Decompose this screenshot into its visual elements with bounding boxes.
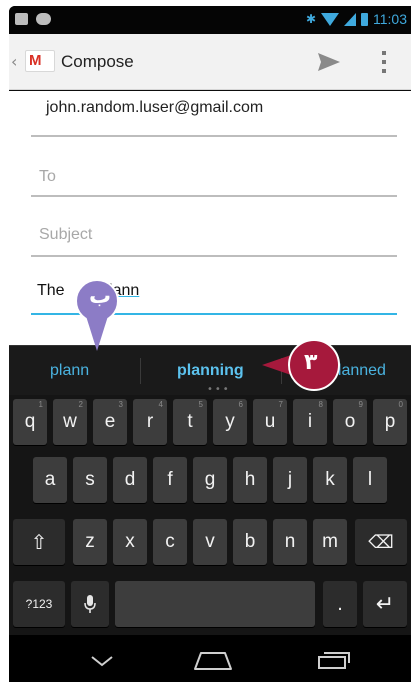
annotation-marker-3: ۳ (260, 338, 342, 392)
annotation-marker-b-label: ب (89, 284, 112, 309)
microphone-icon (84, 595, 96, 613)
suggestion-plann[interactable]: plann (50, 362, 89, 380)
key-k[interactable]: k (313, 457, 347, 503)
soft-keyboard: q1 w2 e3 r4 t5 y6 u7 i8 o9 p0 a s d f g … (9, 395, 411, 635)
key-i[interactable]: i8 (293, 399, 327, 445)
annotation-marker-3-label: ۳ (304, 350, 318, 375)
suggestion-planning[interactable]: planning (177, 362, 244, 380)
key-t[interactable]: t5 (173, 399, 207, 445)
status-bar: ✱ 11:03 (9, 6, 411, 34)
more-suggestions-indicator[interactable]: ••• (207, 384, 231, 395)
battery-icon (361, 12, 368, 26)
key-z[interactable]: z (73, 519, 107, 565)
key-w[interactable]: w2 (53, 399, 87, 445)
from-account[interactable]: john.random.luser@gmail.com (46, 99, 263, 117)
status-time: 11:03 (373, 11, 407, 27)
symbols-key[interactable]: ?123 (13, 581, 65, 627)
key-f[interactable]: f (153, 457, 187, 503)
back-icon[interactable] (91, 655, 113, 667)
voicemail-icon (36, 13, 51, 25)
mail-notification-icon (15, 13, 28, 25)
bluetooth-icon: ✱ (305, 12, 316, 26)
key-a[interactable]: a (33, 457, 67, 503)
phone-screen: ✱ 11:03 ‹ M Compose john.random.luser@gm… (9, 6, 411, 682)
annotation-marker-b: ب (74, 278, 120, 352)
shift-key[interactable]: ⇧ (13, 519, 65, 565)
key-c[interactable]: c (153, 519, 187, 565)
key-y[interactable]: y6 (213, 399, 247, 445)
key-e[interactable]: e3 (93, 399, 127, 445)
to-field[interactable]: To (39, 168, 56, 186)
gmail-logo-letter: M (29, 52, 42, 69)
key-q[interactable]: q1 (13, 399, 47, 445)
suggestion-divider (140, 358, 141, 384)
send-icon[interactable] (317, 52, 341, 72)
subject-field[interactable]: Subject (39, 226, 92, 244)
key-u[interactable]: u7 (253, 399, 287, 445)
key-n[interactable]: n (273, 519, 307, 565)
wifi-icon (321, 12, 339, 26)
to-divider (31, 195, 397, 197)
gmail-logo[interactable]: M (25, 50, 55, 72)
key-l[interactable]: l (353, 457, 387, 503)
from-divider (31, 135, 397, 137)
backspace-key[interactable]: ⌫ (355, 519, 407, 565)
subject-divider (31, 255, 397, 257)
key-m[interactable]: m (313, 519, 347, 565)
compose-form: john.random.luser@gmail.com To Subject T… (9, 91, 411, 345)
navigation-bar (9, 635, 411, 682)
key-r[interactable]: r4 (133, 399, 167, 445)
up-navigation-icon[interactable]: ‹ (11, 52, 17, 71)
overflow-menu-icon[interactable] (381, 51, 387, 73)
key-v[interactable]: v (193, 519, 227, 565)
key-h[interactable]: h (233, 457, 267, 503)
key-d[interactable]: d (113, 457, 147, 503)
signal-icon (344, 12, 356, 26)
body-prefix-text: The (37, 282, 65, 299)
recent-apps-icon[interactable] (317, 650, 351, 670)
voice-input-key[interactable] (71, 581, 109, 627)
key-p[interactable]: p0 (373, 399, 407, 445)
key-x[interactable]: x (113, 519, 147, 565)
spacebar-key[interactable] (115, 581, 315, 627)
period-key[interactable]: . (323, 581, 357, 627)
enter-key[interactable]: ↵ (363, 581, 407, 627)
key-o[interactable]: o9 (333, 399, 367, 445)
page-title: Compose (61, 52, 134, 71)
key-j[interactable]: j (273, 457, 307, 503)
home-icon[interactable] (191, 649, 235, 671)
key-g[interactable]: g (193, 457, 227, 503)
key-s[interactable]: s (73, 457, 107, 503)
suggestion-strip: plann planning planned ••• (9, 345, 411, 395)
action-bar: ‹ M Compose (9, 34, 411, 90)
key-b[interactable]: b (233, 519, 267, 565)
